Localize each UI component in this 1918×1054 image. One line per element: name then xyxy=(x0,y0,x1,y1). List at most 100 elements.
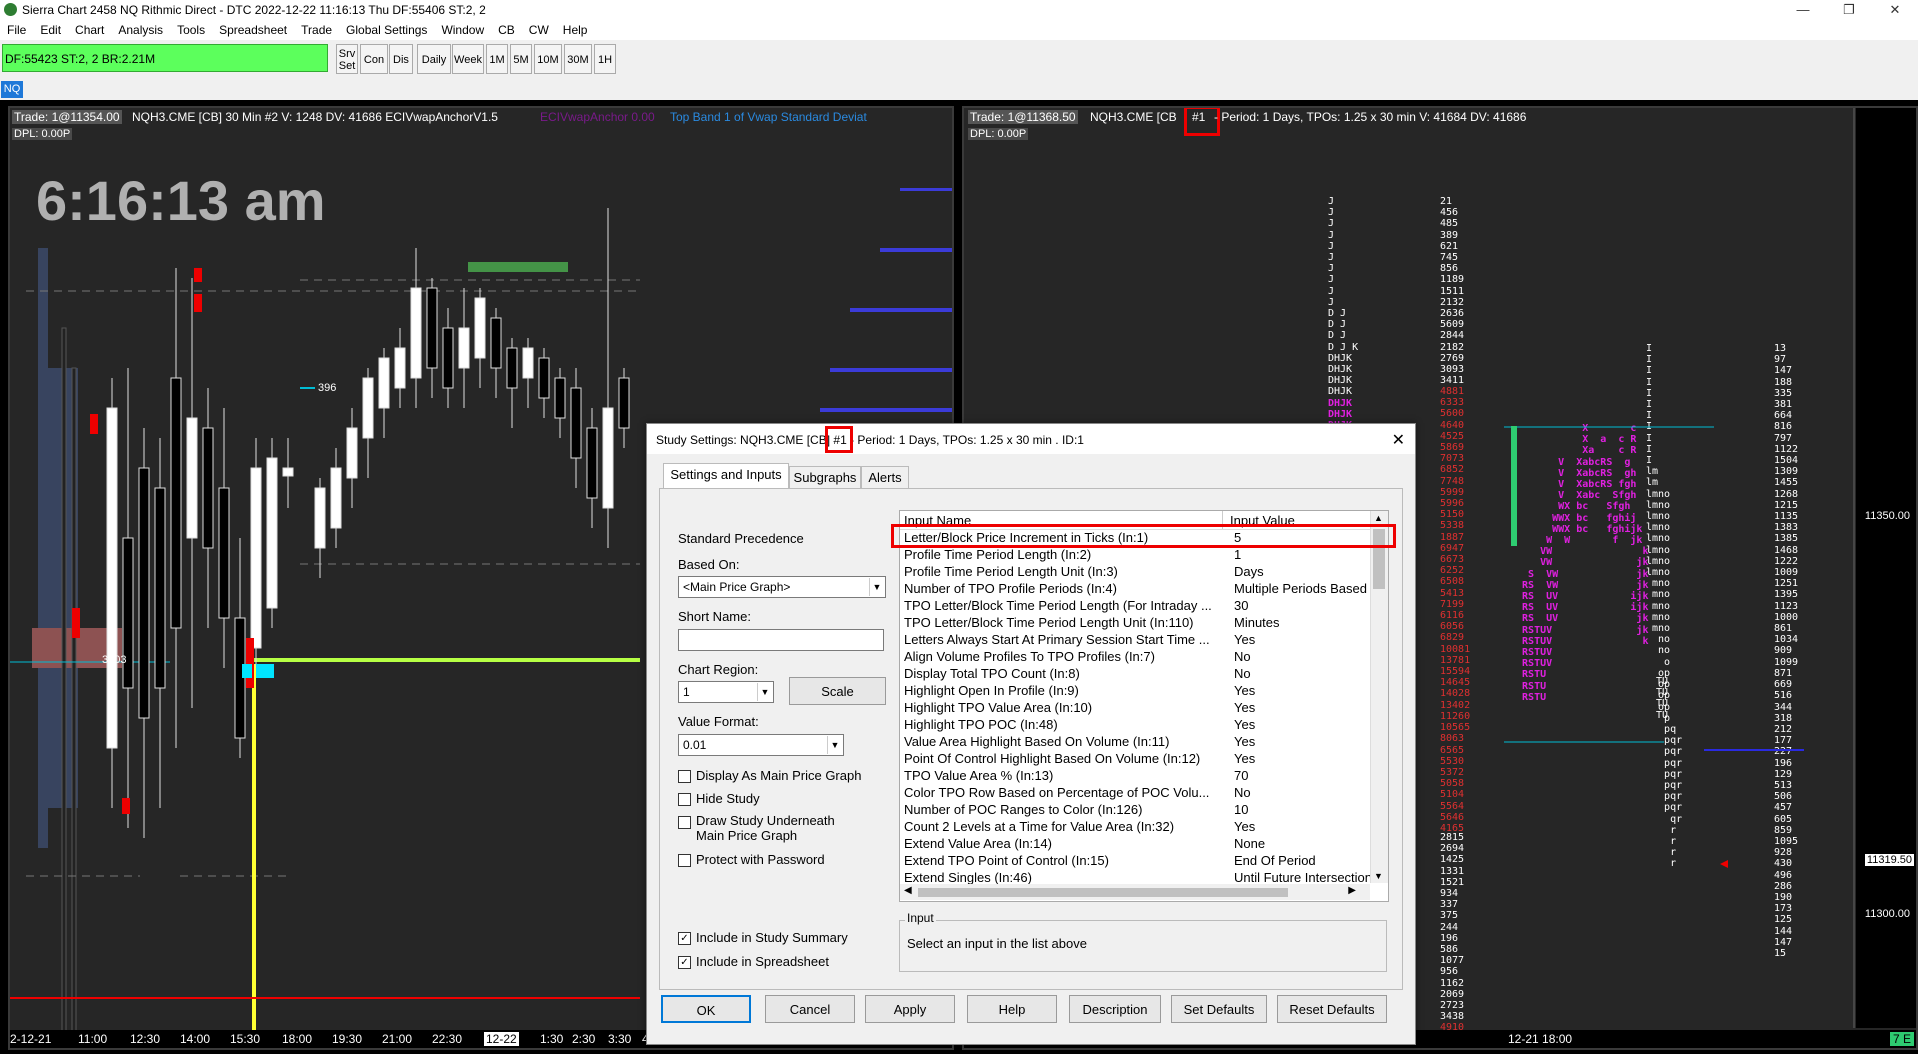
protect-password-checkbox[interactable] xyxy=(678,854,691,867)
input-name: Count 2 Levels at a Time for Value Area … xyxy=(904,819,1175,834)
input-row[interactable]: Value Area Highlight Based On Volume (In… xyxy=(904,734,1370,751)
description-button[interactable]: Description xyxy=(1069,995,1161,1023)
menu-global-settings[interactable]: Global Settings xyxy=(339,20,434,37)
input-row[interactable]: Point Of Control Highlight Based On Volu… xyxy=(904,751,1370,768)
1h-button[interactable]: 1H xyxy=(594,44,616,74)
input-row[interactable]: Extend TPO Point of Control (In:15) End O… xyxy=(904,853,1370,870)
input-value[interactable]: End Of Period xyxy=(1234,853,1374,868)
title-bar: Sierra Chart 2458 NQ Rithmic Direct - DT… xyxy=(0,0,1918,21)
include-in-summary-label: Include in Study Summary xyxy=(696,930,848,945)
minimize-button[interactable]: — xyxy=(1780,0,1826,20)
dialog-title-prefix: Study Settings: NQH3.CME [CB] xyxy=(656,433,834,447)
x-tick: 11:00 xyxy=(78,1032,108,1046)
input-row[interactable]: TPO Letter/Block Time Period Length (For… xyxy=(904,598,1370,615)
menu-cw[interactable]: CW xyxy=(522,20,556,37)
include-in-spreadsheet-label: Include in Spreadsheet xyxy=(696,954,829,969)
daily-button[interactable]: Daily xyxy=(417,44,451,74)
input-row[interactable]: Profile Time Period Length Unit (In:3) Da… xyxy=(904,564,1370,581)
left-chart-header: NQH3.CME [CB] 30 Min #2 V: 1248 DV: 4168… xyxy=(132,110,498,124)
30m-button[interactable]: 30M xyxy=(564,44,592,74)
ok-button[interactable]: OK xyxy=(661,995,751,1023)
scale-button[interactable]: Scale xyxy=(789,677,886,705)
short-name-input[interactable] xyxy=(678,629,884,651)
input-value[interactable]: Minutes xyxy=(1234,615,1374,630)
input-value[interactable]: 30 xyxy=(1234,598,1374,613)
input-value[interactable]: 1 xyxy=(1234,547,1374,562)
input-row[interactable]: Highlight TPO Value Area (In:10) Yes xyxy=(904,700,1370,717)
menu-chart[interactable]: Chart xyxy=(68,20,111,37)
display-as-main-checkbox[interactable] xyxy=(678,770,691,783)
input-row[interactable]: Number of POC Ranges to Color (In:126) 10 xyxy=(904,802,1370,819)
value-format-select[interactable]: 0.01 ▼ xyxy=(678,734,844,756)
cancel-button[interactable]: Cancel xyxy=(765,995,855,1023)
input-row[interactable]: TPO Value Area % (In:13) 70 xyxy=(904,768,1370,785)
grid-vertical-scrollbar[interactable]: ▲ ▼ xyxy=(1370,511,1388,883)
menu-tools[interactable]: Tools xyxy=(170,20,212,37)
set-defaults-button[interactable]: Set Defaults xyxy=(1171,995,1267,1023)
apply-button[interactable]: Apply xyxy=(865,995,955,1023)
menu-edit[interactable]: Edit xyxy=(33,20,68,37)
menu-help[interactable]: Help xyxy=(556,20,595,37)
input-row[interactable]: Extend Value Area (In:14) None xyxy=(904,836,1370,853)
input-value[interactable]: Yes xyxy=(1234,819,1374,834)
include-in-spreadsheet-checkbox[interactable]: ✓ xyxy=(678,956,691,969)
include-in-summary-checkbox[interactable]: ✓ xyxy=(678,932,691,945)
input-value[interactable]: Yes xyxy=(1234,700,1374,715)
week-button[interactable]: Week xyxy=(452,44,484,74)
tab-settings-and-inputs[interactable]: Settings and Inputs xyxy=(663,463,789,490)
input-row[interactable]: Highlight Open In Profile (In:9) Yes xyxy=(904,683,1370,700)
based-on-select[interactable]: <Main Price Graph> ▼ xyxy=(678,576,886,598)
menu-trade[interactable]: Trade xyxy=(294,20,339,37)
tab-nq[interactable]: NQ xyxy=(1,81,23,98)
maximize-button[interactable]: ❐ xyxy=(1826,0,1872,20)
input-row[interactable]: Color TPO Row Based on Percentage of POC… xyxy=(904,785,1370,802)
input-value[interactable]: Yes xyxy=(1234,734,1374,749)
input-value[interactable]: Days xyxy=(1234,564,1374,579)
input-value[interactable]: Yes xyxy=(1234,751,1374,766)
input-row[interactable]: Profile Time Period Length (In:2) 1 xyxy=(904,547,1370,564)
tab-subgraphs[interactable]: Subgraphs xyxy=(789,466,861,489)
menu-window[interactable]: Window xyxy=(434,20,491,37)
input-value[interactable]: 70 xyxy=(1234,768,1374,783)
close-window-button[interactable]: ✕ xyxy=(1872,0,1918,20)
menu-cb[interactable]: CB xyxy=(491,20,522,37)
grid-horizontal-scrollbar[interactable]: ◀ ▶ xyxy=(900,884,1370,900)
input-row[interactable]: Align Volume Profiles To TPO Profiles (I… xyxy=(904,649,1370,666)
connect-button[interactable]: Con xyxy=(360,44,388,74)
dialog-close-icon[interactable]: ✕ xyxy=(1392,430,1405,450)
input-value[interactable]: No xyxy=(1234,666,1374,681)
input-value[interactable]: Yes xyxy=(1234,683,1374,698)
tab-alerts[interactable]: Alerts xyxy=(861,466,909,489)
reset-defaults-button[interactable]: Reset Defaults xyxy=(1277,995,1387,1023)
menu-spreadsheet[interactable]: Spreadsheet xyxy=(212,20,294,37)
help-button[interactable]: Help xyxy=(967,995,1057,1023)
input-value[interactable]: Multiple Periods Based xyxy=(1234,581,1374,596)
input-value[interactable]: Yes xyxy=(1234,632,1374,647)
disconnect-button[interactable]: Dis xyxy=(389,44,413,74)
chart-region-select[interactable]: 1 ▼ xyxy=(678,681,774,703)
10m-button[interactable]: 10M xyxy=(534,44,562,74)
input-row[interactable]: TPO Letter/Block Time Period Length Unit… xyxy=(904,615,1370,632)
input-row[interactable]: Highlight TPO POC (In:48) Yes xyxy=(904,717,1370,734)
input-value[interactable]: None xyxy=(1234,836,1374,851)
input-value[interactable]: Until Future Intersection xyxy=(1234,870,1374,885)
menu-file[interactable]: File xyxy=(0,20,33,37)
input-help-title: Input xyxy=(905,911,936,925)
draw-underneath-label: Draw Study Underneath Main Price Graph xyxy=(696,813,835,843)
input-value[interactable]: Yes xyxy=(1234,717,1374,732)
input-row[interactable]: Letters Always Start At Primary Session … xyxy=(904,632,1370,649)
draw-underneath-checkbox[interactable] xyxy=(678,816,691,829)
hide-study-checkbox[interactable] xyxy=(678,793,691,806)
1m-button[interactable]: 1M xyxy=(486,44,508,74)
input-value[interactable]: No xyxy=(1234,785,1374,800)
5m-button[interactable]: 5M xyxy=(510,44,532,74)
menu-analysis[interactable]: Analysis xyxy=(111,20,170,37)
input-row[interactable]: Number of TPO Profile Periods (In:4) Mult… xyxy=(904,581,1370,598)
chevron-down-icon: ▼ xyxy=(827,736,842,754)
x-tick: 19:30 xyxy=(332,1032,363,1046)
server-settings-button[interactable]: Srv Set xyxy=(336,44,358,74)
input-row[interactable]: Count 2 Levels at a Time for Value Area … xyxy=(904,819,1370,836)
input-row[interactable]: Display Total TPO Count (In:8) No xyxy=(904,666,1370,683)
input-value[interactable]: 10 xyxy=(1234,802,1374,817)
input-value[interactable]: No xyxy=(1234,649,1374,664)
